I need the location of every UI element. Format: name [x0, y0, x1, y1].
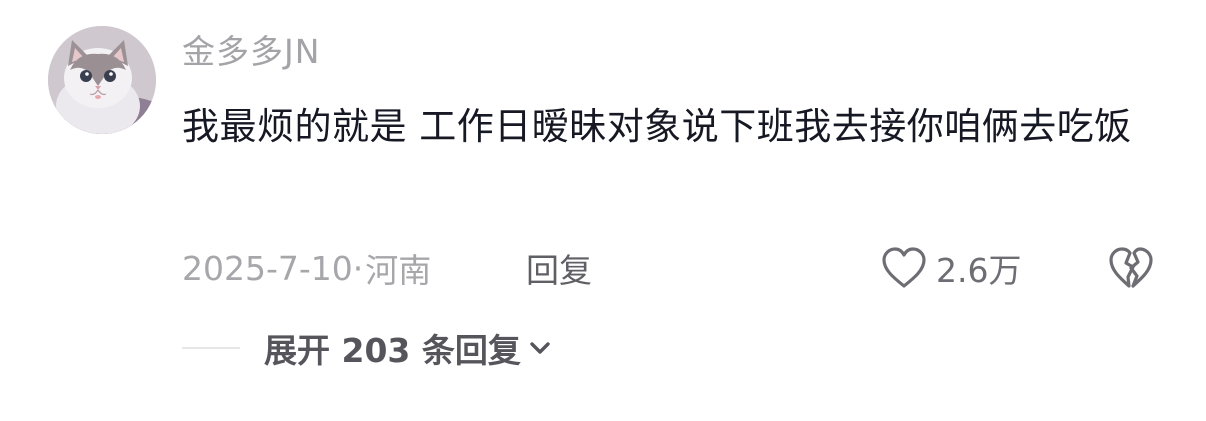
avatar[interactable]: [48, 26, 156, 134]
cat-avatar-image: [48, 26, 156, 134]
reply-button[interactable]: 回复: [526, 244, 592, 292]
comment-meta: 2025-7-10 · 河南: [182, 244, 431, 292]
username[interactable]: 金多多JN: [182, 30, 320, 74]
expand-replies-button[interactable]: 展开 203 条回复: [264, 324, 553, 372]
heart-outline-icon: [882, 247, 926, 288]
dislike-button[interactable]: [1106, 243, 1156, 293]
chevron-down-icon: [530, 342, 550, 354]
divider-line: [182, 347, 240, 349]
meta-separator: ·: [352, 248, 364, 288]
like-button[interactable]: 2.6万: [880, 242, 1021, 294]
expand-replies-row: 展开 203 条回复: [182, 324, 553, 372]
broken-heart-icon: [1109, 247, 1153, 288]
comment-date: 2025-7-10: [182, 248, 353, 288]
comment-item: 金多多JN 我最烦的就是 工作日暧昧对象说下班我去接你咱俩去吃饭 2025-7-…: [0, 0, 1206, 421]
expand-replies-label: 展开 203 条回复: [264, 331, 521, 370]
like-count: 2.6万: [936, 251, 1022, 290]
comment-text: 我最烦的就是 工作日暧昧对象说下班我去接你咱俩去吃饭: [182, 105, 1132, 148]
comment-location: 河南: [365, 251, 432, 290]
